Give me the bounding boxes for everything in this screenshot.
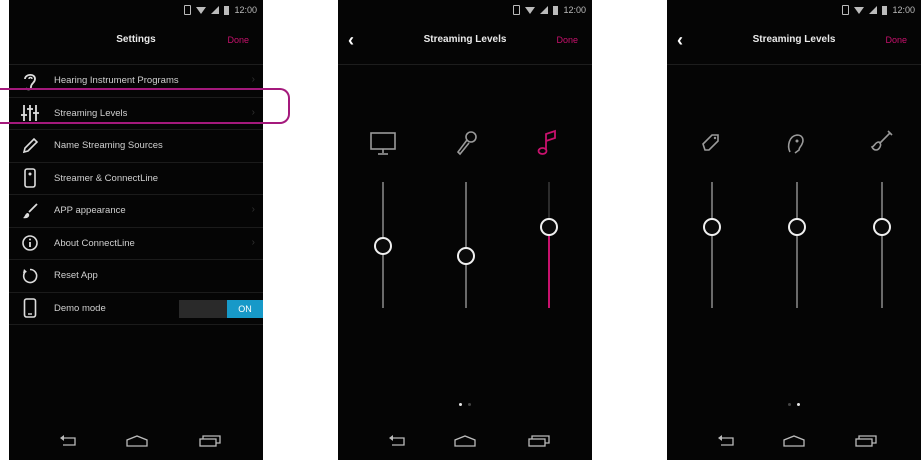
settings-item-label: Reset App xyxy=(54,270,98,282)
page-dot[interactable] xyxy=(788,403,791,406)
signal-icon xyxy=(211,6,220,14)
status-time: 12:00 xyxy=(234,5,257,15)
done-button[interactable]: Done xyxy=(227,35,249,45)
tag-icon xyxy=(697,128,727,158)
pen-icon xyxy=(20,136,40,156)
chevron-right-icon: › xyxy=(251,74,255,85)
battery-icon xyxy=(882,5,888,15)
settings-item-label: Name Streaming Sources xyxy=(54,140,163,152)
brush-icon xyxy=(20,201,40,221)
music-note-icon xyxy=(533,128,563,158)
settings-item-streamer[interactable]: Streamer & ConnectLine xyxy=(9,163,263,195)
slider-fill xyxy=(548,226,550,308)
slider-track[interactable] xyxy=(540,182,558,308)
settings-item-label: About ConnectLine xyxy=(54,237,135,249)
face-icon xyxy=(781,128,811,158)
phone-icon xyxy=(20,298,40,319)
tv-icon xyxy=(368,128,398,158)
title-bar: Settings Done xyxy=(9,20,263,65)
battery-icon xyxy=(553,5,559,15)
chevron-right-icon: › xyxy=(251,106,255,118)
settings-item-about[interactable]: About ConnectLine › xyxy=(9,228,263,260)
page-dot[interactable] xyxy=(797,403,800,406)
back-nav-icon[interactable] xyxy=(388,434,406,452)
page-dot[interactable] xyxy=(468,403,471,406)
page-title: Streaming Levels xyxy=(423,34,507,45)
slider-thumb[interactable] xyxy=(703,218,721,237)
slider-track[interactable] xyxy=(788,182,806,308)
wifi-icon xyxy=(525,6,536,14)
toggle-on-label: ON xyxy=(227,299,263,318)
nav-bar xyxy=(338,430,592,460)
page-indicator xyxy=(667,403,921,406)
slider-track[interactable] xyxy=(457,182,475,308)
settings-item-label: Hearing Instrument Programs xyxy=(54,75,179,87)
settings-list: Hearing Instrument Programs › Streaming … xyxy=(9,65,263,325)
streaming-levels-screen-1: 12:00 ‹ Streaming Levels Done xyxy=(338,0,592,460)
status-time: 12:00 xyxy=(892,5,915,15)
toggle-off-segment xyxy=(179,299,227,318)
vibrate-icon xyxy=(842,5,850,15)
nav-bar xyxy=(667,430,921,460)
page-indicator xyxy=(338,403,592,406)
slider-track[interactable] xyxy=(703,182,721,308)
recents-nav-icon[interactable] xyxy=(528,434,550,452)
slider-thumb[interactable] xyxy=(374,237,392,255)
nav-bar xyxy=(9,430,263,460)
wifi-icon xyxy=(196,6,207,14)
title-bar: ‹ Streaming Levels Done xyxy=(667,20,921,65)
ear-icon xyxy=(20,71,40,91)
chevron-right-icon: › xyxy=(251,236,255,248)
slider-thumb[interactable] xyxy=(540,218,558,237)
settings-item-label: Streamer & ConnectLine xyxy=(54,172,159,184)
settings-item-label: Streaming Levels xyxy=(54,107,128,119)
status-bar: 12:00 xyxy=(338,0,592,20)
settings-item-label: Demo mode xyxy=(54,302,106,314)
back-nav-icon[interactable] xyxy=(59,434,77,452)
settings-item-streaming-levels[interactable]: Streaming Levels › xyxy=(9,98,263,130)
home-nav-icon[interactable] xyxy=(454,434,476,452)
status-bar: 12:00 xyxy=(9,0,263,20)
guitar-icon xyxy=(866,128,896,158)
settings-item-reset[interactable]: Reset App xyxy=(9,260,263,293)
info-icon xyxy=(20,233,40,253)
slider-thumb[interactable] xyxy=(788,218,806,237)
battery-icon xyxy=(224,5,230,15)
demo-mode-toggle[interactable]: ON xyxy=(179,299,263,318)
page-title: Streaming Levels xyxy=(752,34,836,45)
page-dot[interactable] xyxy=(459,403,462,406)
settings-screen: 12:00 Settings Done Hearing Instrument P… xyxy=(9,0,263,460)
page-title: Settings xyxy=(116,34,156,45)
signal-icon xyxy=(869,6,878,14)
status-time: 12:00 xyxy=(563,5,586,15)
recents-nav-icon[interactable] xyxy=(855,434,877,452)
microphone-icon xyxy=(451,128,481,158)
reset-icon xyxy=(20,266,40,286)
done-button[interactable]: Done xyxy=(885,35,907,45)
slider-thumb[interactable] xyxy=(873,218,891,237)
settings-item-demo-mode: Demo mode ON xyxy=(9,293,263,325)
vibrate-icon xyxy=(513,5,521,15)
slider-thumb[interactable] xyxy=(457,247,475,266)
streamer-icon xyxy=(20,168,40,189)
home-nav-icon[interactable] xyxy=(783,434,805,452)
vibrate-icon xyxy=(184,5,192,15)
title-bar: ‹ Streaming Levels Done xyxy=(338,20,592,65)
back-nav-icon[interactable] xyxy=(717,434,735,452)
settings-item-hearing-programs[interactable]: Hearing Instrument Programs › xyxy=(9,65,263,98)
chevron-right-icon: › xyxy=(251,204,255,215)
sliders-icon xyxy=(20,103,40,123)
signal-icon xyxy=(540,6,549,14)
wifi-icon xyxy=(854,6,865,14)
done-button[interactable]: Done xyxy=(556,35,578,45)
home-nav-icon[interactable] xyxy=(126,434,148,452)
settings-item-name-sources[interactable]: Name Streaming Sources xyxy=(9,130,263,163)
streaming-levels-screen-2: 12:00 ‹ Streaming Levels Done xyxy=(667,0,921,460)
settings-item-app-appearance[interactable]: APP appearance › xyxy=(9,195,263,228)
settings-item-label: APP appearance xyxy=(54,205,126,217)
slider-track[interactable] xyxy=(873,182,891,308)
status-bar: 12:00 xyxy=(667,0,921,20)
slider-track[interactable] xyxy=(374,182,392,308)
recents-nav-icon[interactable] xyxy=(199,434,221,452)
